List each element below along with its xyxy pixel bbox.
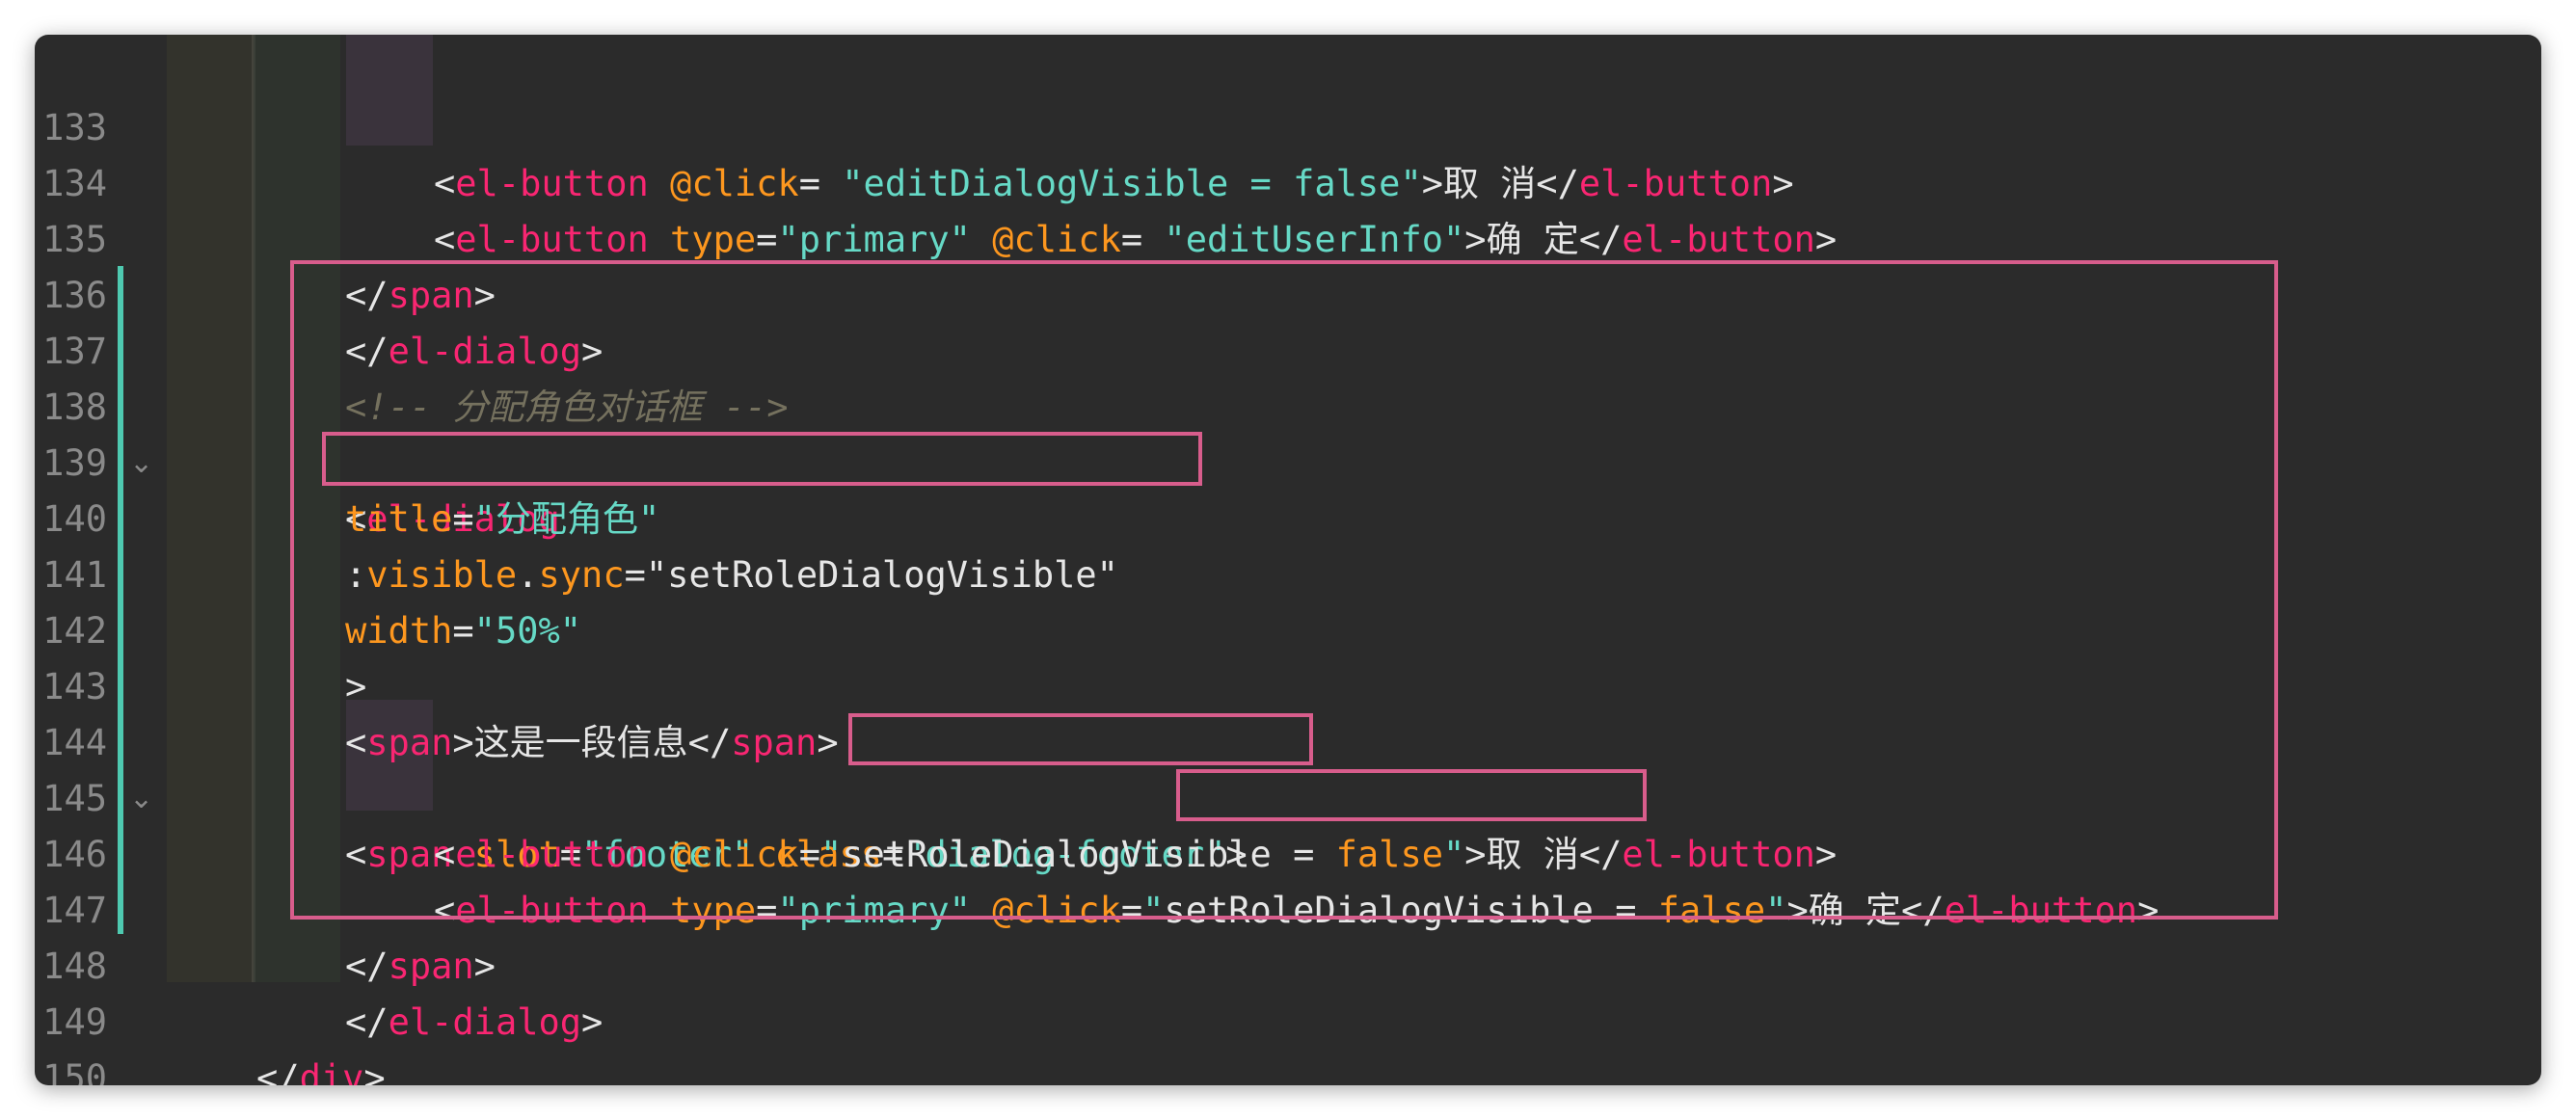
- code-line[interactable]: 150 </template>: [35, 995, 2541, 1085]
- code-line[interactable]: 134 <el-button type="primary" @click= "e…: [35, 100, 2541, 260]
- code-line[interactable]: 138 ⌄ <el-dialog: [35, 324, 2541, 540]
- code-line[interactable]: 133 <el-button @click= "editDialogVisibl…: [35, 44, 2541, 204]
- code-line[interactable]: 135 </span>: [35, 156, 2541, 316]
- code-editor[interactable]: 133 <el-button @click= "editDialogVisibl…: [35, 35, 2541, 1085]
- code-line[interactable]: 148 </el-dialog>: [35, 883, 2541, 1043]
- code-line[interactable]: 145 <el-button @click="setRoleDialogVisi…: [35, 715, 2541, 875]
- code-line[interactable]: 136 </el-dialog>: [35, 212, 2541, 372]
- code-line[interactable]: 144 ⌄ <span slot="footer" class="dialog-…: [35, 659, 2541, 875]
- code-line[interactable]: 151: [35, 1051, 2541, 1085]
- code-line[interactable]: 147 </span>: [35, 827, 2541, 987]
- code-line[interactable]: 139 title="分配角色": [35, 380, 2541, 540]
- code-line[interactable]: 137 <!-- 分配角色对话框 -->: [35, 268, 2541, 428]
- code-line[interactable]: 149 </div>: [35, 939, 2541, 1085]
- code-line[interactable]: 142 >: [35, 547, 2541, 707]
- code-line[interactable]: 146 <el-button type="primary" @click="se…: [35, 771, 2541, 931]
- code-line[interactable]: 141 width="50%": [35, 492, 2541, 652]
- code-line[interactable]: 140 :visible.sync="setRoleDialogVisible": [35, 436, 2541, 596]
- code-line[interactable]: 143 <span>这是一段信息</span>: [35, 603, 2541, 763]
